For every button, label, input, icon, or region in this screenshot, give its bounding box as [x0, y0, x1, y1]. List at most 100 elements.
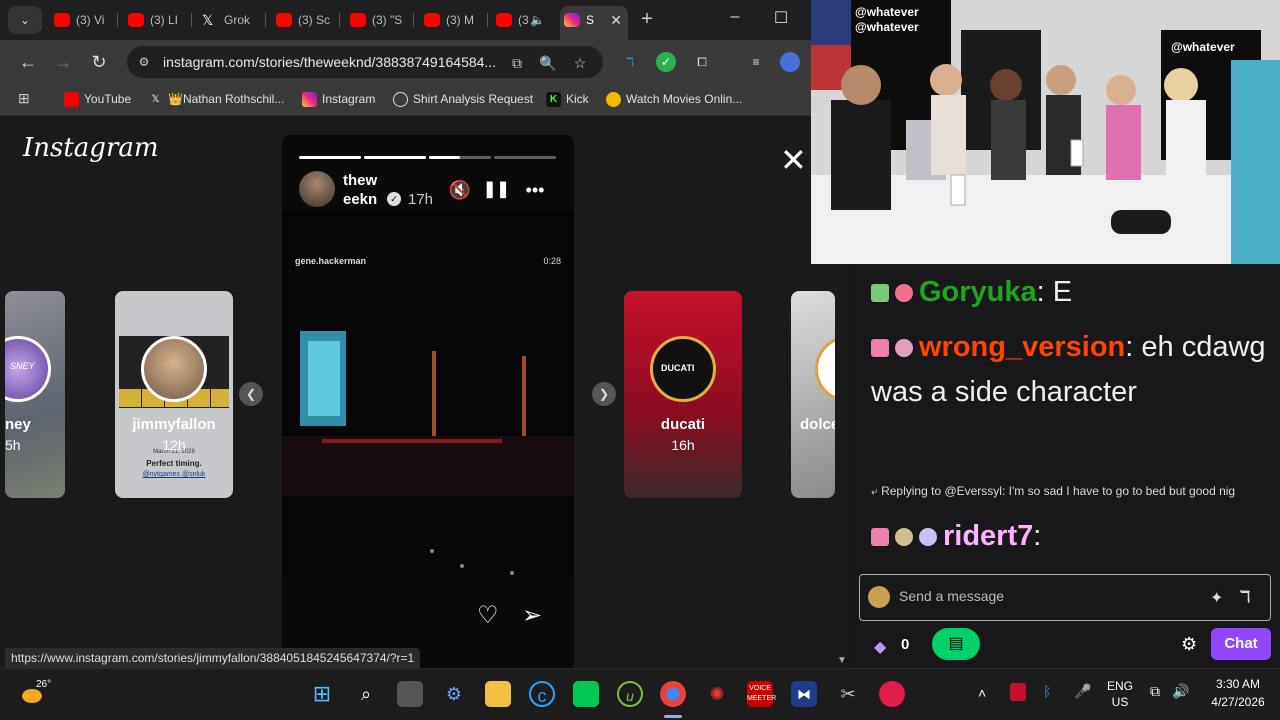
ccleaner-icon[interactable]: c: [529, 681, 555, 707]
zoom-icon[interactable]: 🔍: [538, 53, 558, 73]
story-card-dolce[interactable]: dolce: [791, 291, 835, 498]
network-icon[interactable]: ⧉: [1150, 683, 1160, 700]
emote-icon[interactable]: ✦: [1210, 588, 1223, 608]
badge-icon: [871, 284, 889, 303]
maximize-button[interactable]: ☐: [766, 8, 796, 28]
snipping-tool-icon[interactable]: ✂: [835, 681, 861, 707]
story-media[interactable]: gene.hackerman 0:28: [282, 211, 574, 576]
gaming-app-icon[interactable]: ✺: [704, 681, 730, 707]
clock-time[interactable]: 3:30 AM: [1200, 677, 1276, 691]
tab-youtube-4[interactable]: (3) "S: [346, 6, 414, 34]
tab-youtube-1[interactable]: (3) Vi: [50, 6, 118, 34]
story-progress-bars: [299, 156, 557, 159]
host-head: [841, 65, 881, 105]
back-button[interactable]: ←: [15, 50, 41, 76]
tab-youtube-3[interactable]: (3) Sc: [272, 6, 340, 34]
bookmark-shirt-analysis[interactable]: Shirt Analysis Request: [393, 92, 533, 107]
like-heart-icon[interactable]: ♡: [477, 601, 499, 630]
install-app-icon[interactable]: ⧉: [507, 53, 527, 73]
weather-widget[interactable]: 26°: [22, 679, 52, 709]
profile-avatar[interactable]: [780, 52, 800, 72]
mute-icon[interactable]: 🔇: [448, 178, 472, 202]
share-send-icon[interactable]: ➢: [522, 601, 542, 630]
chat-username[interactable]: wrong_version: [919, 331, 1125, 363]
cup: [1070, 139, 1084, 167]
next-story-button[interactable]: ❯: [592, 382, 616, 406]
channel-points-icon[interactable]: ◆: [874, 637, 886, 657]
chat-username[interactable]: ridert7: [943, 520, 1033, 552]
tab-grok[interactable]: 𝕏 Grok: [198, 6, 266, 34]
page-scrollbar[interactable]: ▼: [835, 260, 850, 668]
tab-instagram[interactable]: S ✕: [560, 6, 628, 40]
task-view-icon[interactable]: [397, 681, 423, 707]
tab-youtube-2[interactable]: (3) LI: [124, 6, 192, 34]
chat-app-icon[interactable]: [573, 681, 599, 707]
reload-button[interactable]: ↻: [86, 50, 112, 76]
bluetooth-icon[interactable]: ᛒ: [1043, 683, 1051, 699]
address-bar[interactable]: ⚙ instagram.com/stories/theweeknd/388387…: [127, 46, 603, 78]
site-info-icon[interactable]: ⚙: [135, 53, 153, 71]
youtube-icon: [350, 13, 366, 27]
more-options-icon[interactable]: •••: [523, 178, 547, 202]
bookmark-instagram[interactable]: Instagram: [302, 92, 375, 107]
settings-gear-icon[interactable]: ⚙: [1181, 634, 1197, 655]
tab-youtube-6[interactable]: (3 🔈: [492, 6, 554, 34]
bookmark-youtube[interactable]: YouTube: [64, 92, 131, 107]
forward-button[interactable]: →: [50, 50, 76, 76]
scroll-down-icon[interactable]: ▼: [837, 655, 847, 666]
extension-icon[interactable]: ℸ: [1240, 587, 1250, 607]
clock-date[interactable]: 4/27/2026: [1200, 695, 1276, 709]
region-indicator[interactable]: US: [1105, 695, 1135, 709]
url-text[interactable]: instagram.com/stories/theweeknd/38838749…: [163, 54, 496, 70]
story-card-disney[interactable]: SNEY ney 5h: [5, 291, 65, 498]
media-control-icon[interactable]: ≡: [746, 52, 766, 72]
adblock-shield-icon[interactable]: ✓: [656, 52, 676, 72]
prev-story-button[interactable]: ❮: [239, 382, 263, 406]
language-indicator[interactable]: ENG: [1105, 679, 1135, 693]
prediction-button[interactable]: ▤: [932, 628, 980, 660]
streaming-app-icon[interactable]: ⧓: [791, 681, 817, 707]
microphone-icon[interactable]: 🎤: [1074, 683, 1091, 700]
tray-app-icon[interactable]: [1010, 683, 1026, 701]
banner-text: @whatever: [1171, 40, 1235, 54]
volume-icon[interactable]: 🔊: [1172, 683, 1189, 700]
search-icon[interactable]: ⌕: [353, 681, 379, 707]
tab-youtube-5[interactable]: (3) M: [420, 6, 488, 34]
phone-light: [510, 571, 514, 575]
windows-start-icon[interactable]: ⊞: [309, 681, 335, 707]
voicemeeter-icon[interactable]: VOICE MEETER: [747, 681, 776, 707]
reply-context[interactable]: ⤶ Replying to @Everssyl: I'm so sad I ha…: [871, 484, 1235, 499]
new-tab-button[interactable]: +: [637, 8, 657, 32]
close-icon[interactable]: ✕: [610, 6, 622, 34]
chat-username[interactable]: Goryuka: [919, 276, 1037, 308]
x-icon: 𝕏: [151, 94, 160, 105]
chat-send-button[interactable]: Chat: [1211, 628, 1271, 660]
story-card-jimmyfallon[interactable]: Perfect timing. March 21, 2026 @nytgames…: [115, 291, 233, 498]
chrome-icon[interactable]: [660, 681, 686, 707]
extensions-puzzle-icon[interactable]: ⧠: [692, 52, 712, 72]
bookmark-nathan[interactable]: 𝕏 👑Nathan Rothschil...: [148, 92, 284, 106]
bookmark-star-icon[interactable]: ☆: [570, 53, 590, 73]
chat-message: ridert7:: [871, 514, 1041, 559]
tab-search-button[interactable]: ⌄: [8, 6, 42, 34]
bookmark-label: Watch Movies Onlin...: [626, 92, 743, 106]
stage-tower-left: [432, 351, 436, 441]
bookmark-watch-movies[interactable]: Watch Movies Onlin...: [606, 92, 743, 107]
user-badge-icon[interactable]: [868, 586, 890, 608]
instagram-logo[interactable]: Instagram: [23, 133, 159, 163]
chat-input[interactable]: Send a message ✦ ℸ: [859, 574, 1271, 621]
extension-tw-icon[interactable]: ℸ: [620, 52, 640, 72]
recorder-icon[interactable]: [879, 681, 905, 707]
story-author-avatar[interactable]: [299, 171, 335, 207]
close-stories-button[interactable]: ✕: [780, 144, 807, 176]
file-explorer-icon[interactable]: [485, 681, 511, 707]
story-card-ducati[interactable]: DUCATI ducati 16h: [624, 291, 742, 498]
pause-icon[interactable]: ❚❚: [483, 178, 510, 202]
settings-app-icon[interactable]: ⚙: [441, 681, 467, 707]
minimize-button[interactable]: –: [720, 8, 750, 26]
tray-overflow-icon[interactable]: ˄: [978, 685, 986, 701]
bookmark-kick[interactable]: K Kick: [546, 92, 589, 107]
upwork-icon[interactable]: u: [617, 681, 643, 707]
apps-grid-icon[interactable]: ⊞: [18, 90, 30, 107]
story-author-username[interactable]: thew eekn: [343, 171, 387, 209]
